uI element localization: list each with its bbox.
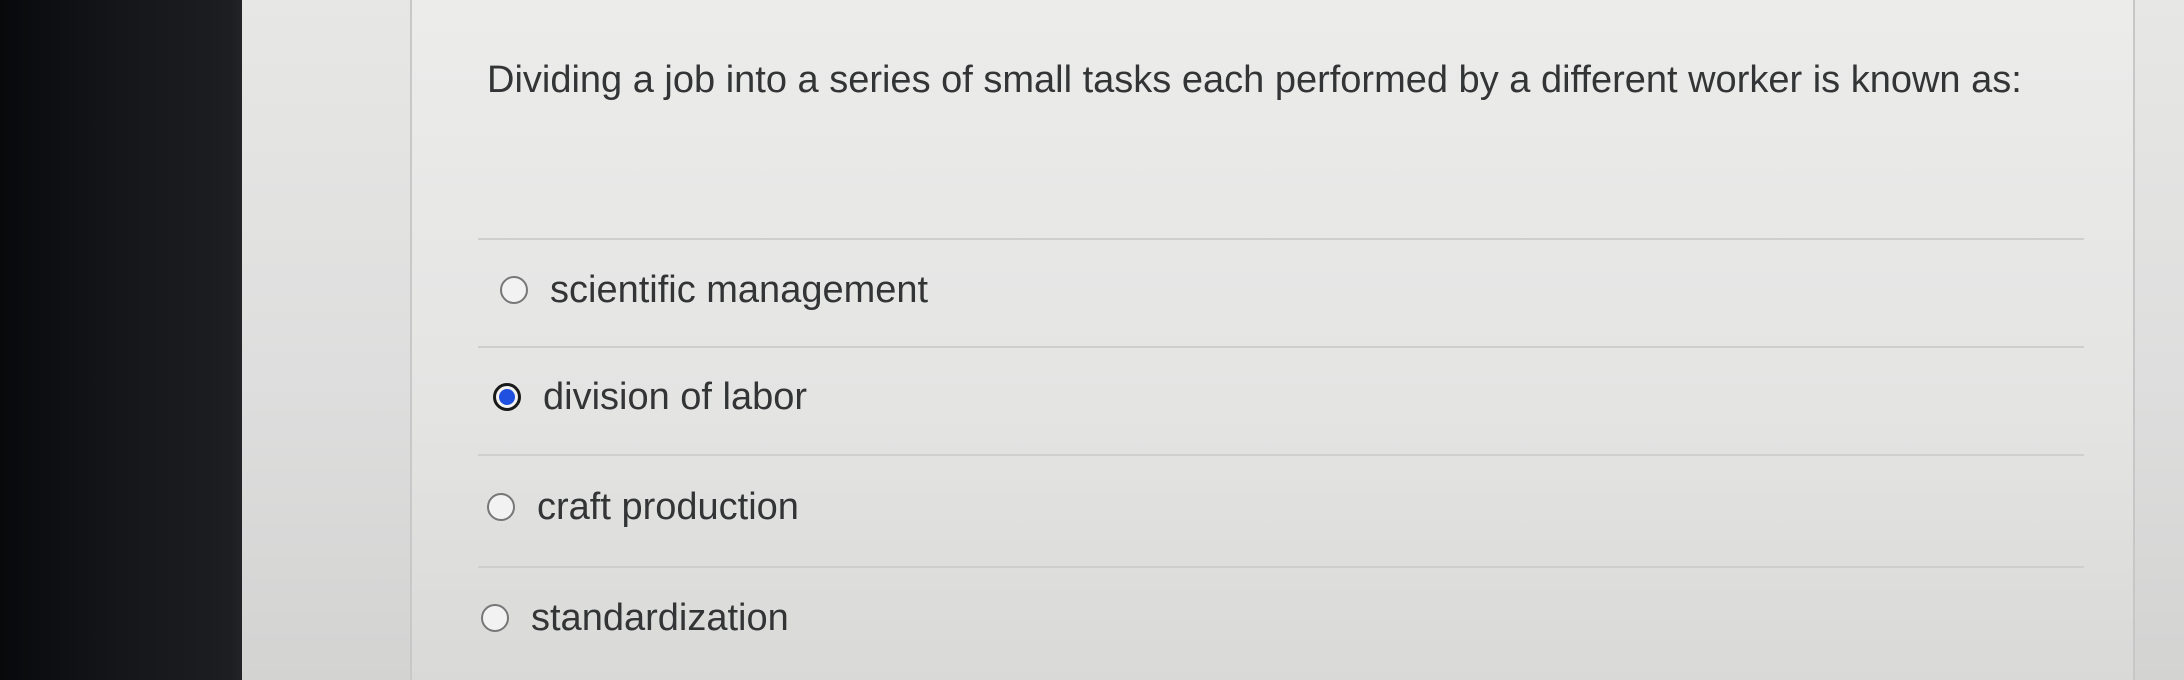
divider <box>478 346 2084 348</box>
divider <box>478 566 2084 568</box>
option-scientific-management[interactable]: scientific management <box>500 260 928 320</box>
option-division-of-labor[interactable]: division of labor <box>493 367 807 427</box>
option-label[interactable]: division of labor <box>543 367 807 427</box>
radio-button-selected[interactable] <box>493 383 521 411</box>
radio-button[interactable] <box>500 276 528 304</box>
screen: Dividing a job into a series of small ta… <box>0 0 2184 680</box>
option-label[interactable]: standardization <box>531 588 789 648</box>
divider-top <box>478 238 2084 240</box>
option-craft-production[interactable]: craft production <box>487 477 799 537</box>
option-label[interactable]: craft production <box>537 477 799 537</box>
option-standardization[interactable]: standardization <box>481 588 789 648</box>
radio-button[interactable] <box>487 493 515 521</box>
question-text: Dividing a job into a series of small ta… <box>487 59 2022 101</box>
radio-button[interactable] <box>481 604 509 632</box>
divider <box>478 454 2084 456</box>
option-label[interactable]: scientific management <box>550 260 928 320</box>
